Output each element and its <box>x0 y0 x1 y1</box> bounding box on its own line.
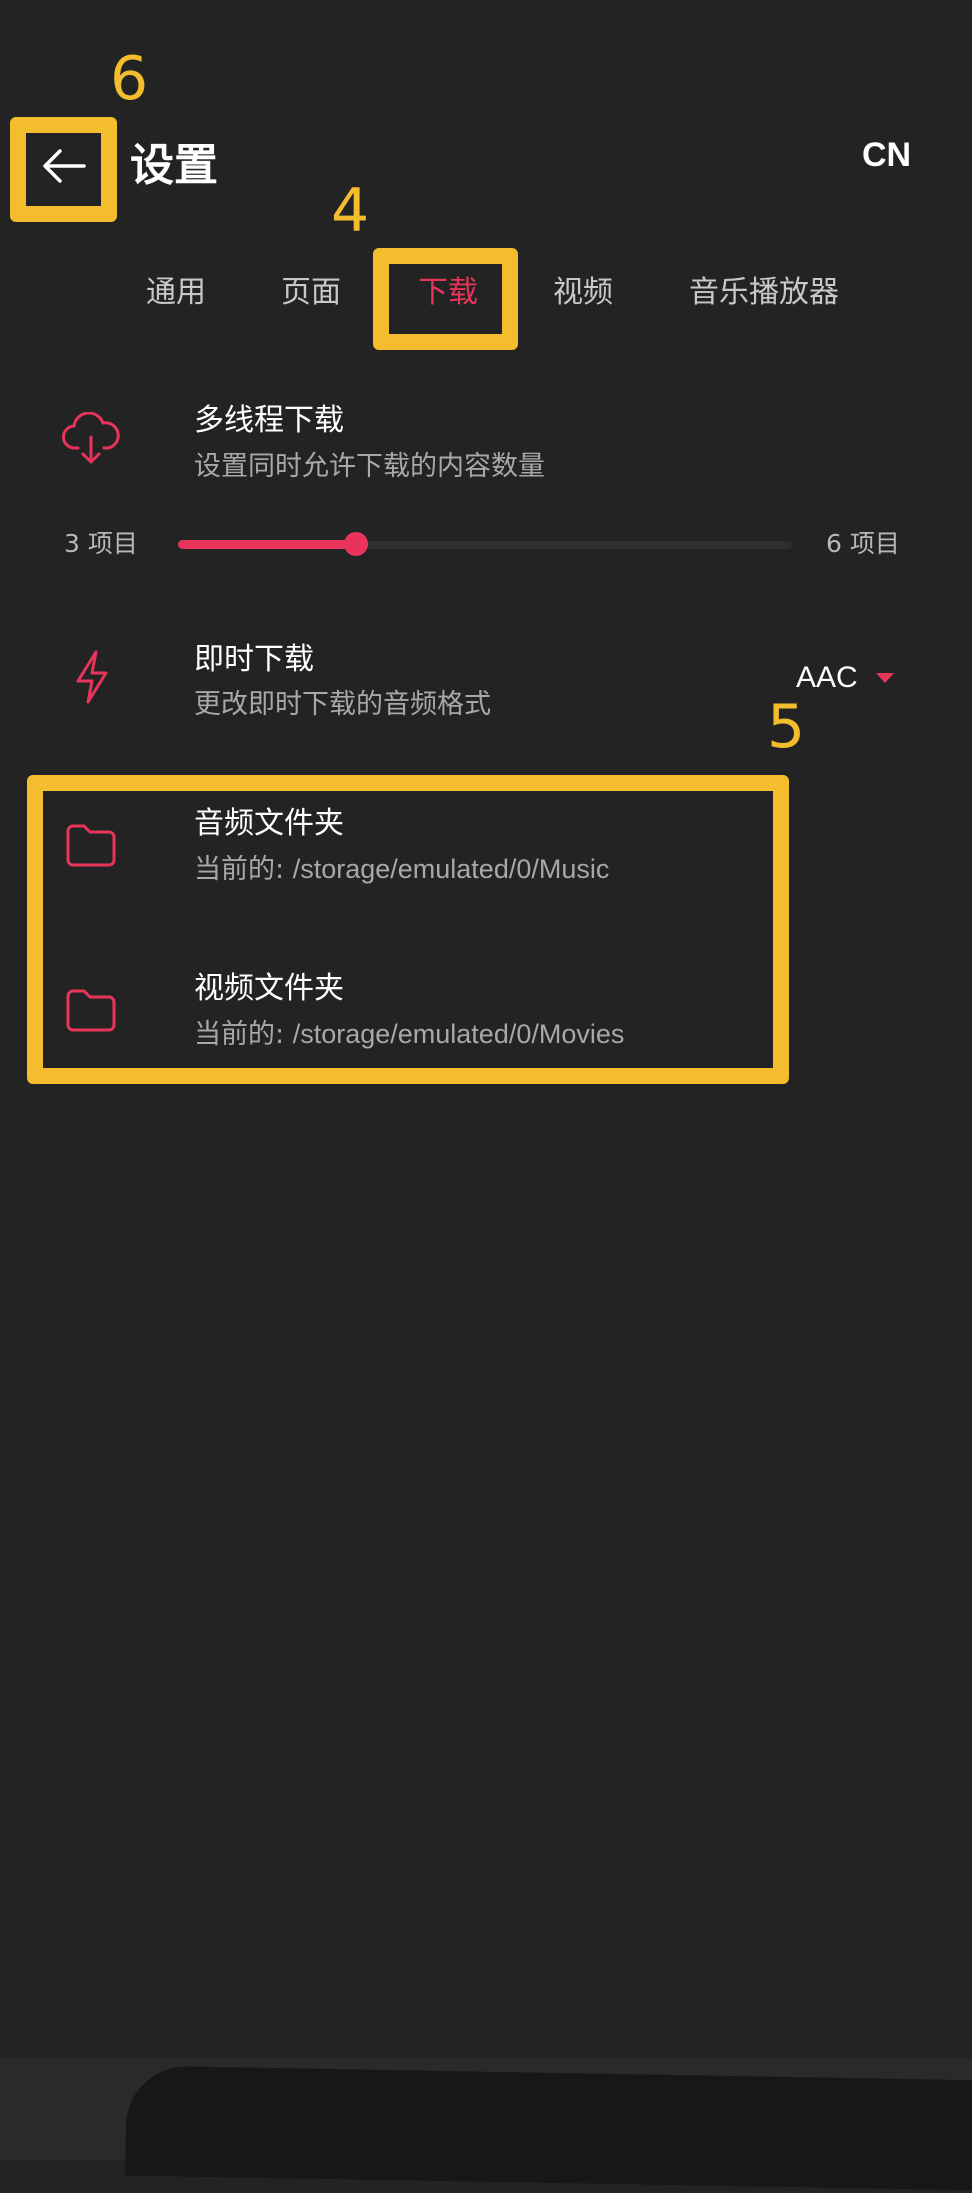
audio-format-dropdown[interactable]: AAC <box>796 656 906 700</box>
thread-slider-fill <box>178 540 356 549</box>
audio-folder-title[interactable]: 音频文件夹 <box>194 804 344 844</box>
arrow-left-icon <box>43 149 86 183</box>
multithread-title: 多线程下载 <box>194 403 344 438</box>
slider-min-label: 3 项目 <box>64 529 138 558</box>
annotation-number-4: 4 <box>331 176 370 246</box>
lightning-icon <box>60 645 124 709</box>
page-title: 设置 <box>130 140 218 191</box>
video-folder-prefix: 当前的: <box>194 1019 285 1050</box>
instant-title: 即时下载 <box>194 642 314 677</box>
tab-music-player[interactable]: 音乐播放器 <box>689 270 839 316</box>
cloud-download-icon <box>59 408 123 472</box>
multithread-subtitle: 设置同时允许下载的内容数量 <box>194 451 545 482</box>
tab-download[interactable]: 下载 <box>418 270 478 316</box>
audio-folder-path-value: /storage/emulated/0/Music <box>292 854 610 884</box>
instant-subtitle: 更改即时下载的音频格式 <box>194 689 491 720</box>
audio-folder-prefix: 当前的: <box>194 854 285 885</box>
chevron-down-icon <box>875 673 894 683</box>
tab-pages[interactable]: 页面 <box>281 270 341 316</box>
folder-icon <box>59 813 123 877</box>
annotation-number-5: 5 <box>767 692 806 762</box>
folder-icon <box>59 978 123 1042</box>
slider-max-label: 6 项目 <box>826 529 900 558</box>
tab-general[interactable]: 通用 <box>146 270 206 316</box>
audio-format-value: AAC <box>796 661 858 694</box>
audio-folder-path: 当前的: /storage/emulated/0/Music <box>194 850 609 889</box>
annotation-number-6: 6 <box>110 44 149 114</box>
video-folder-path-value: /storage/emulated/0/Movies <box>292 1019 625 1049</box>
gesture-area <box>125 2065 972 2193</box>
video-folder-title[interactable]: 视频文件夹 <box>194 969 344 1009</box>
thread-slider-thumb[interactable] <box>344 532 368 556</box>
language-toggle[interactable]: CN <box>862 134 911 176</box>
tab-video[interactable]: 视频 <box>553 270 613 316</box>
back-button[interactable] <box>26 128 102 204</box>
video-folder-path: 当前的: /storage/emulated/0/Movies <box>194 1015 624 1054</box>
